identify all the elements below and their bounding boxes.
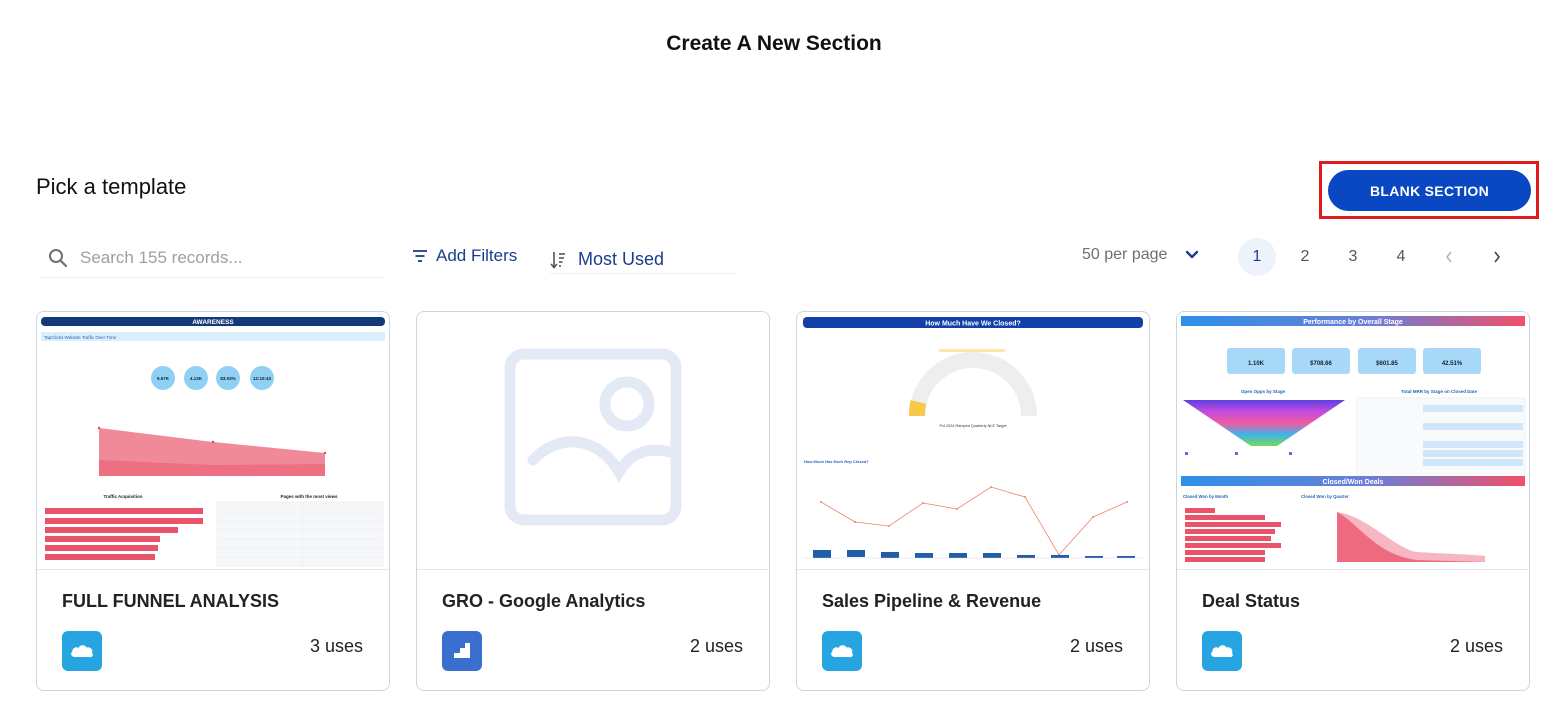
template-title: Sales Pipeline & Revenue (822, 591, 1042, 611)
salesforce-icon (1202, 631, 1242, 671)
google-analytics-icon (442, 631, 482, 671)
sort-label: Most Used (578, 249, 665, 269)
thumb-kpi: 83.03% (220, 376, 235, 381)
thumb-banner: Performance by Overall Stage (1303, 319, 1403, 326)
dashboard-preview: How Much Have We Closed? Pct 2024 Ramped… (803, 317, 1143, 559)
thumb-kpi: 1.10K (1248, 361, 1265, 367)
thumb-kpi: 12:15:43 (253, 376, 272, 381)
template-card[interactable]: GRO - Google Analytics 2 uses (416, 311, 770, 691)
thumb-kpi: $708.66 (1310, 361, 1332, 367)
thumb-banner-2: Closed/Won Deals (1323, 479, 1384, 486)
pagination: 1 2 3 4 (1238, 238, 1526, 276)
per-page-select[interactable]: 50 per page (1082, 246, 1199, 264)
template-card[interactable]: AWARENESS TapClicks Website Traffic Over… (36, 311, 390, 691)
blank-section-button[interactable]: BLANK SECTION (1328, 170, 1531, 211)
search-box (40, 238, 384, 278)
template-thumbnail: AWARENESS TapClicks Website Traffic Over… (37, 312, 389, 570)
thumb-chart-left: Closed Won by Month (1183, 494, 1228, 499)
template-title: Deal Status (1202, 591, 1301, 611)
thumb-kpi: 4.13K (190, 376, 203, 381)
filter-icon (413, 250, 427, 262)
salesforce-icon (822, 631, 862, 671)
template-thumbnail (417, 312, 769, 570)
thumb-banner: How Much Have We Closed? (925, 321, 1021, 328)
template-uses: 3 uses (309, 636, 363, 656)
add-filters-label: Add Filters (436, 246, 518, 265)
template-uses: 2 uses (1069, 636, 1123, 656)
page-button[interactable]: 4 (1382, 238, 1420, 276)
chevron-right-icon (1494, 251, 1501, 263)
image-placeholder-icon (504, 348, 682, 526)
sort-dropdown[interactable]: Most Used (550, 246, 736, 274)
template-card[interactable]: How Much Have We Closed? Pct 2024 Ramped… (796, 311, 1150, 691)
template-thumbnail: Performance by Overall Stage 1.10K $708.… (1177, 312, 1529, 570)
dashboard-preview: Performance by Overall Stage 1.10K $708.… (1181, 316, 1526, 562)
template-thumbnail: How Much Have We Closed? Pct 2024 Ramped… (797, 312, 1149, 570)
page-button[interactable]: 3 (1334, 238, 1372, 276)
add-filters-button[interactable]: Add Filters (412, 246, 517, 266)
search-icon (49, 248, 68, 267)
salesforce-icon (62, 631, 102, 671)
thumb-gauge-caption: Pct 2024 Ramped Quarterly NLE Target (939, 424, 1007, 428)
thumb-right-title: Pages with the most views (280, 494, 338, 499)
prev-page-button[interactable] (1430, 238, 1468, 276)
thumb-kpi: 42.51% (1442, 361, 1463, 367)
thumb-left-title: Open Opps by Stage (1241, 389, 1286, 394)
page-title: Create A New Section (666, 32, 882, 55)
search-input[interactable] (80, 247, 370, 268)
thumb-right-title: Total MRR by Stage on Closed Date (1401, 389, 1477, 394)
dashboard-preview: AWARENESS TapClicks Website Traffic Over… (41, 317, 385, 567)
section-heading: Pick a template (36, 174, 187, 199)
thumb-section-title: How Much Has Each Rep Closed? (804, 459, 869, 464)
per-page-label: 50 per page (1082, 246, 1168, 263)
template-uses: 2 uses (1449, 636, 1503, 656)
thumb-chart-right: Closed Won by Quarter (1301, 494, 1349, 499)
thumb-banner: AWARENESS (192, 319, 234, 326)
thumb-kpi: 5.57K (157, 376, 170, 381)
thumb-subtitle: TapClicks Website Traffic Over Time (44, 335, 117, 340)
thumb-kpi: $601.85 (1376, 361, 1398, 367)
template-title: FULL FUNNEL ANALYSIS (62, 591, 280, 611)
thumb-left-title: Traffic Acquisition (103, 494, 142, 499)
chevron-down-icon (1186, 250, 1199, 259)
template-title: GRO - Google Analytics (442, 591, 646, 611)
next-page-button[interactable] (1478, 238, 1516, 276)
template-uses: 2 uses (689, 636, 743, 656)
page-button[interactable]: 2 (1286, 238, 1324, 276)
sort-icon (550, 251, 565, 269)
page-button[interactable]: 1 (1238, 238, 1276, 276)
template-card[interactable]: Performance by Overall Stage 1.10K $708.… (1176, 311, 1530, 691)
chevron-left-icon (1445, 251, 1452, 263)
